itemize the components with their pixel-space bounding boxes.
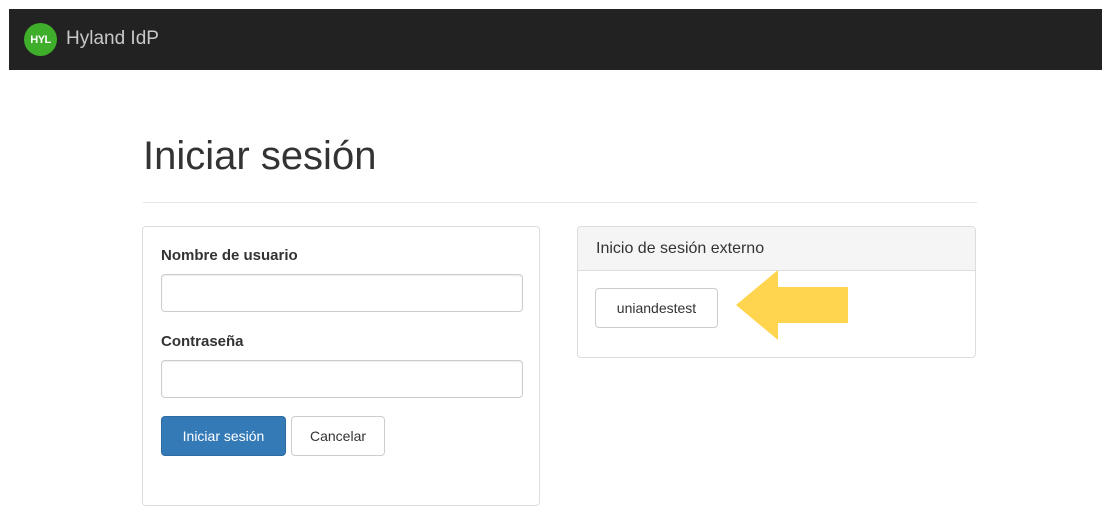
login-button[interactable]: Iniciar sesión — [161, 416, 286, 456]
username-input[interactable] — [161, 274, 523, 312]
cancel-button[interactable]: Cancelar — [291, 416, 385, 456]
username-label: Nombre de usuario — [161, 247, 298, 264]
page-title: Iniciar sesión — [143, 134, 377, 178]
brand-name[interactable]: Hyland IdP — [66, 28, 159, 50]
top-navbar: HYL Hyland IdP — [9, 9, 1102, 70]
password-label: Contraseña — [161, 333, 244, 350]
left-arrow-icon — [736, 270, 848, 340]
external-provider-button[interactable]: uniandestest — [595, 288, 718, 328]
password-input[interactable] — [161, 360, 523, 398]
external-login-heading: Inicio de sesión externo — [578, 227, 975, 271]
title-divider — [143, 202, 977, 203]
hyland-logo-icon[interactable]: HYL — [24, 23, 57, 56]
logo-text: HYL — [30, 33, 51, 46]
